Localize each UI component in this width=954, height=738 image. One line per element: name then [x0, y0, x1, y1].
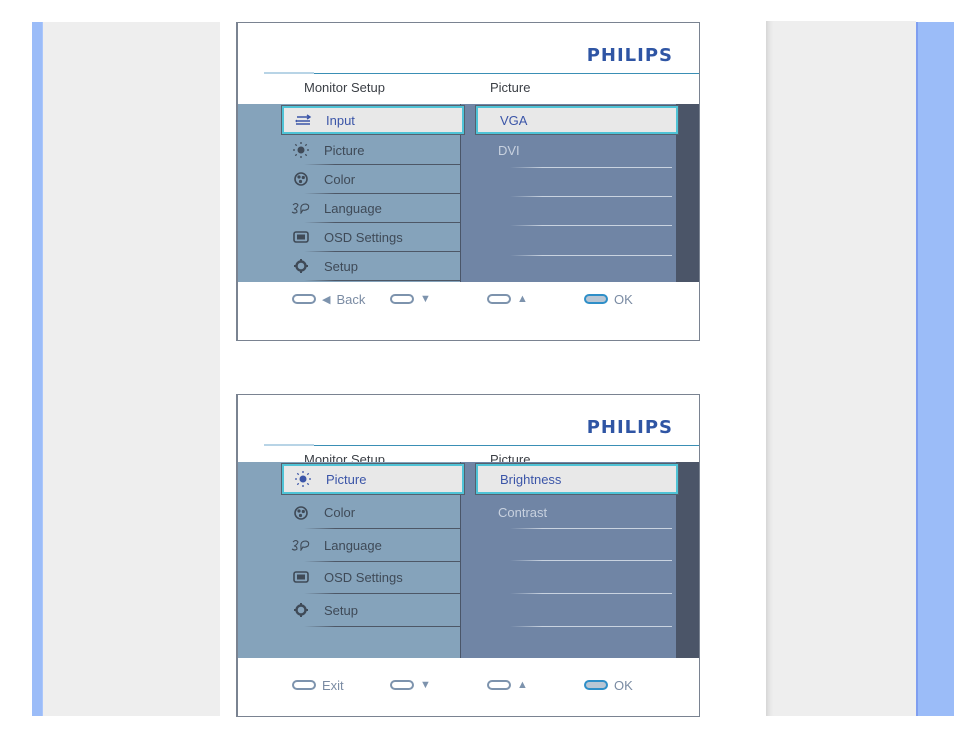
down-arrow-icon: ▼: [420, 293, 431, 305]
picture-icon: [290, 142, 312, 158]
menu-item-label: Input: [326, 112, 355, 128]
submenu-item-vga[interactable]: VGA: [475, 105, 679, 135]
ok-label: OK: [614, 677, 633, 693]
left-arrow-icon: ◀: [322, 293, 331, 306]
color-icon: [290, 505, 312, 520]
submenu-divider: [510, 225, 672, 226]
submenu-item-brightness[interactable]: Brightness: [475, 463, 679, 495]
right-side-strip: [916, 22, 954, 716]
menu-item-color[interactable]: Color: [282, 165, 464, 194]
button-icon: [390, 680, 414, 690]
osd-menu: Input Picture Color Language OSD Setting…: [238, 104, 699, 282]
back-label: Back: [336, 291, 366, 307]
up-button[interactable]: ▲: [487, 679, 528, 691]
button-icon: [390, 294, 414, 304]
menu-item-label: OSD Settings: [324, 229, 403, 245]
submenu-item-dvi[interactable]: DVI: [476, 136, 676, 164]
header-submenu-title: Picture: [490, 80, 531, 95]
menu-item-setup[interactable]: Setup: [282, 594, 464, 627]
down-arrow-icon: ▼: [420, 679, 431, 691]
back-button[interactable]: ◀ Back: [292, 292, 365, 307]
osd-settings-icon: [290, 571, 312, 583]
ok-button-icon: [584, 680, 608, 690]
up-button[interactable]: ▲: [487, 293, 528, 305]
right-side-panel: [766, 21, 916, 716]
setup-icon: [290, 259, 312, 273]
osd-menu: Picture Color Language OSD Settings Setu…: [238, 462, 699, 658]
exit-label: Exit: [322, 677, 344, 693]
philips-logo: PHILIPS: [586, 417, 673, 438]
submenu-divider: [510, 528, 672, 529]
philips-logo: PHILIPS: [586, 45, 673, 66]
menu-side-bar: [676, 104, 699, 282]
left-side-panel: [43, 22, 220, 716]
submenu-divider: [510, 626, 672, 627]
down-button[interactable]: ▼: [390, 679, 431, 691]
menu-item-label: Setup: [324, 258, 358, 274]
down-button[interactable]: ▼: [390, 293, 431, 305]
menu-item-label: Language: [324, 537, 382, 553]
osd-settings-icon: [290, 231, 312, 243]
submenu-divider: [510, 593, 672, 594]
submenu-divider: [510, 196, 672, 197]
submenu-divider: [510, 255, 672, 256]
submenu-item-contrast[interactable]: Contrast: [476, 497, 676, 528]
menu-item-picture[interactable]: Picture: [282, 136, 464, 165]
button-icon: [487, 294, 511, 304]
submenu-divider: [510, 167, 672, 168]
menu-side-bar: [676, 462, 699, 658]
ok-button[interactable]: OK: [584, 292, 633, 307]
menu-item-label: Picture: [326, 471, 367, 487]
menu-item-label: Setup: [324, 602, 358, 618]
header-divider: [264, 444, 699, 446]
menu-item-color[interactable]: Color: [282, 497, 464, 529]
menu-item-osd-settings[interactable]: OSD Settings: [282, 561, 464, 594]
button-icon: [292, 680, 316, 690]
osd-screen-picture: PHILIPS Monitor Setup Picture Picture Co…: [236, 394, 700, 717]
language-icon: [290, 539, 312, 551]
language-icon: [290, 202, 312, 214]
menu-item-picture[interactable]: Picture: [281, 463, 465, 495]
ok-button[interactable]: OK: [584, 678, 633, 693]
ok-button-icon: [584, 294, 608, 304]
setup-icon: [290, 603, 312, 617]
menu-item-language[interactable]: Language: [282, 529, 464, 562]
menu-item-osd-settings[interactable]: OSD Settings: [282, 223, 464, 252]
exit-button[interactable]: Exit: [292, 678, 344, 693]
up-arrow-icon: ▲: [517, 293, 528, 305]
menu-item-setup[interactable]: Setup: [282, 252, 464, 281]
button-icon: [292, 294, 316, 304]
header-divider: [264, 72, 699, 74]
header-monitor-setup: Monitor Setup: [304, 80, 385, 95]
color-icon: [290, 172, 312, 186]
button-icon: [487, 680, 511, 690]
menu-item-input[interactable]: Input: [281, 105, 465, 135]
submenu-divider: [510, 560, 672, 561]
menu-item-language[interactable]: Language: [282, 194, 464, 223]
menu-item-label: Picture: [324, 142, 365, 158]
input-icon: [292, 114, 314, 126]
picture-icon: [292, 471, 314, 487]
menu-item-label: OSD Settings: [324, 569, 403, 585]
menu-item-label: Color: [324, 171, 356, 187]
up-arrow-icon: ▲: [517, 679, 528, 691]
menu-item-label: Language: [324, 200, 382, 216]
osd-screen-input: PHILIPS Monitor Setup Picture Input Pict…: [236, 22, 700, 341]
menu-item-label: Color: [324, 505, 356, 520]
left-side-strip: [32, 22, 43, 716]
ok-label: OK: [614, 291, 633, 307]
